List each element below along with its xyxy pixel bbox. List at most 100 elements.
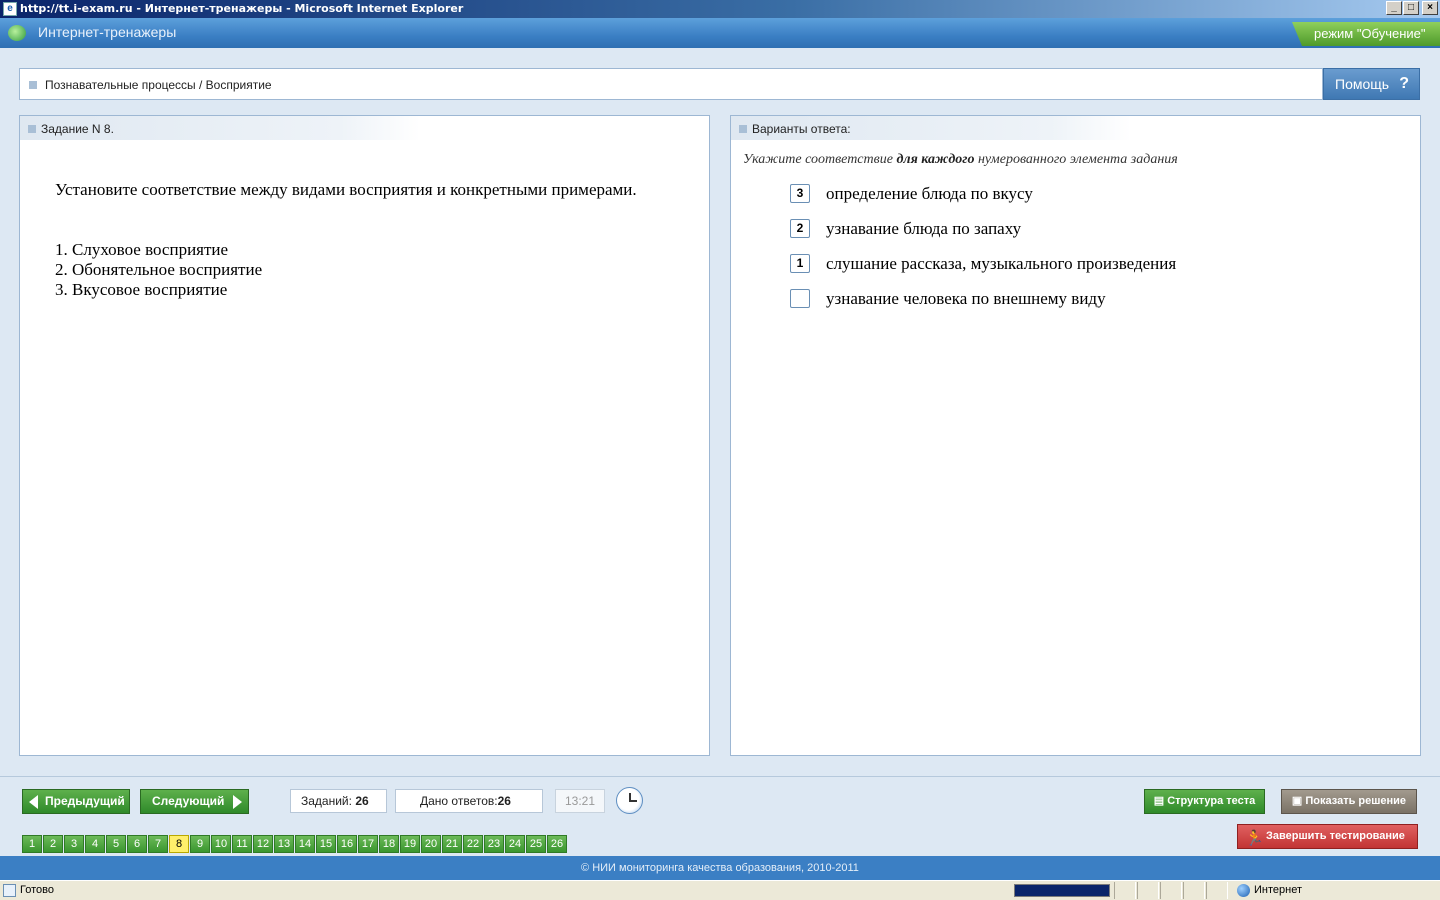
finish-test-button[interactable]: 🏃 Завершить тестирование	[1237, 824, 1418, 849]
answer-text: слушание рассказа, музыкального произвед…	[826, 254, 1177, 273]
test-structure-button[interactable]: ▤ Структура теста	[1144, 789, 1265, 814]
task-item: 3. Вкусовое восприятие	[55, 280, 228, 299]
bullet-square-icon	[739, 125, 747, 133]
show-solution-label: Показать решение	[1305, 795, 1407, 807]
globe-icon	[1237, 884, 1250, 897]
tasks-count: 26	[355, 794, 369, 808]
page-button-15[interactable]: 15	[316, 835, 336, 853]
status-cell	[1137, 882, 1159, 899]
answers-panel-header: Варианты ответа:	[731, 116, 1131, 140]
page-button-26[interactable]: 26	[547, 835, 567, 853]
close-button[interactable]: ×	[1422, 1, 1438, 15]
task-panel-header: Задание N 8.	[20, 116, 420, 140]
arrow-right-icon	[233, 795, 242, 809]
bullet-square-icon	[29, 81, 37, 89]
previous-button[interactable]: Предыдущий	[22, 789, 130, 814]
answer-text: узнавание блюда по запаху	[826, 219, 1022, 238]
page-button-21[interactable]: 21	[442, 835, 462, 853]
status-cell	[1160, 882, 1182, 899]
page-button-2[interactable]: 2	[43, 835, 63, 853]
answer-input[interactable]: 2	[790, 219, 810, 238]
page-button-17[interactable]: 17	[358, 835, 378, 853]
answer-text: узнавание человека по внешнему виду	[826, 289, 1106, 308]
page-button-3[interactable]: 3	[64, 835, 84, 853]
app-header: Интернет-тренажеры режим "Обучение"	[0, 18, 1440, 48]
task-item: 2. Обонятельное восприятие	[55, 260, 263, 279]
breadcrumb-bar: Познавательные процессы / Восприятие	[19, 68, 1323, 100]
page-button-22[interactable]: 22	[463, 835, 483, 853]
status-cell	[1206, 882, 1228, 899]
page-button-14[interactable]: 14	[295, 835, 315, 853]
ie-icon: e	[3, 2, 17, 16]
answers-panel: Варианты ответа: Укажите соответствие дл…	[730, 115, 1421, 756]
task-heading: Задание N 8.	[41, 122, 114, 136]
page-button-20[interactable]: 20	[421, 835, 441, 853]
list-icon: ▤	[1153, 795, 1168, 807]
app-logo-icon	[8, 25, 26, 41]
question-mark-icon: ?	[1399, 75, 1409, 92]
page-button-10[interactable]: 10	[211, 835, 231, 853]
page-button-25[interactable]: 25	[526, 835, 546, 853]
task-item: 1. Слуховое восприятие	[55, 240, 229, 259]
tasks-count-box: Заданий: 26	[290, 789, 387, 813]
answer-input[interactable]: 3	[790, 184, 810, 203]
show-solution-button[interactable]: ▣ Показать решение	[1281, 789, 1417, 814]
next-label: Следующий	[152, 794, 225, 808]
answered-count: 26	[497, 794, 511, 808]
page-button-5[interactable]: 5	[106, 835, 126, 853]
help-label: Помощь	[1335, 76, 1390, 92]
security-zone: Интернет	[1254, 884, 1302, 896]
question-pager: 1 2 3 4 5 6 7 8 9 10 11 12 13 14 15 16 17 18 19 20 21 22 23 24 2…	[22, 835, 568, 853]
runner-icon: 🏃	[1245, 830, 1264, 847]
arrow-left-icon	[29, 795, 38, 809]
progress-bar	[1014, 884, 1110, 897]
mode-badge: режим "Обучение"	[1292, 22, 1440, 46]
window-title: http://tt.i-exam.ru - Интернет-тренажеры…	[20, 2, 464, 15]
answered-count-box: Дано ответов:26	[395, 789, 543, 813]
browser-statusbar: Готово Интернет	[0, 880, 1440, 900]
minimize-button[interactable]: _	[1386, 1, 1402, 15]
maximize-button[interactable]: □	[1403, 1, 1419, 15]
answers-instruction: Укажите соответствие для каждого нумеров…	[743, 152, 1178, 167]
book-icon: ▣	[1291, 795, 1306, 807]
clock-icon	[616, 787, 643, 814]
page-button-12[interactable]: 12	[253, 835, 273, 853]
page-button-11[interactable]: 11	[232, 835, 252, 853]
answer-input[interactable]	[790, 289, 810, 308]
status-text: Готово	[20, 884, 54, 896]
answer-input[interactable]: 1	[790, 254, 810, 273]
status-cell	[1114, 882, 1136, 899]
page-button-6[interactable]: 6	[127, 835, 147, 853]
page-button-18[interactable]: 18	[379, 835, 399, 853]
page-button-4[interactable]: 4	[85, 835, 105, 853]
page-button-19[interactable]: 19	[400, 835, 420, 853]
answer-text: определение блюда по вкусу	[826, 184, 1033, 203]
bullet-square-icon	[28, 125, 36, 133]
window-titlebar: e http://tt.i-exam.ru - Интернет-тренаже…	[0, 0, 1440, 18]
page-button-7[interactable]: 7	[148, 835, 168, 853]
app-title: Интернет-тренажеры	[38, 24, 177, 40]
help-button[interactable]: Помощь ?	[1323, 68, 1420, 100]
page-button-8[interactable]: 8	[169, 835, 189, 853]
page-button-1[interactable]: 1	[22, 835, 42, 853]
page-icon	[3, 884, 16, 897]
footer-copyright: © НИИ мониторинга качества образования, …	[0, 856, 1440, 880]
page-button-23[interactable]: 23	[484, 835, 504, 853]
task-question: Установите соответствие между видами вос…	[55, 180, 637, 199]
previous-label: Предыдущий	[45, 794, 125, 808]
answered-label: Дано ответов:	[420, 794, 498, 808]
page-button-13[interactable]: 13	[274, 835, 294, 853]
next-button[interactable]: Следующий	[140, 789, 249, 814]
tasks-label: Заданий:	[301, 794, 352, 808]
breadcrumb: Познавательные процессы / Восприятие	[45, 78, 272, 92]
page-button-24[interactable]: 24	[505, 835, 525, 853]
timer: 13:21	[555, 789, 605, 813]
page-button-16[interactable]: 16	[337, 835, 357, 853]
answers-heading: Варианты ответа:	[752, 122, 851, 136]
structure-label: Структура теста	[1167, 795, 1256, 807]
finish-label: Завершить тестирование	[1266, 830, 1405, 842]
task-panel: Задание N 8. Установите соответствие меж…	[19, 115, 710, 756]
status-cell	[1183, 882, 1205, 899]
task-items: 1. Слуховое восприятие 2. Обонятельное в…	[55, 240, 262, 300]
page-button-9[interactable]: 9	[190, 835, 210, 853]
